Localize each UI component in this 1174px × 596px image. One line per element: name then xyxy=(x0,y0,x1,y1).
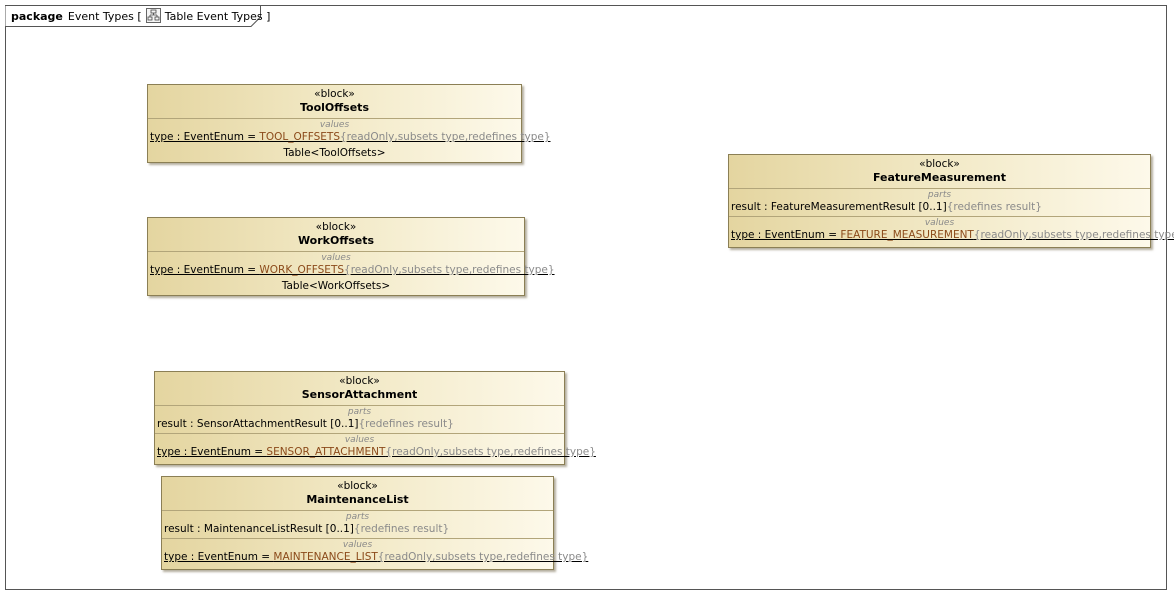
value-literal: FEATURE_MEASUREMENT xyxy=(840,229,974,241)
part-text: result : MaintenanceListResult [0..1] xyxy=(164,523,354,535)
value-literal: SENSOR_ATTACHMENT xyxy=(266,446,386,458)
value-literal: MAINTENANCE_LIST xyxy=(273,551,378,563)
block-header: «block» MaintenanceList xyxy=(162,477,553,510)
values-compartment: values type : EventEnum = MAINTENANCE_LI… xyxy=(162,538,588,566)
frame-title: package Event Types [ Table Event Types ] xyxy=(11,8,270,23)
block-stereotype: «block» xyxy=(919,158,960,170)
frame-package-name: Event Types [ xyxy=(67,10,142,23)
diagram-icon xyxy=(145,8,161,23)
block-table-label: Table<WorkOffsets> xyxy=(281,280,391,292)
block-name: SensorAttachment xyxy=(301,388,418,401)
compartment-title: parts xyxy=(927,190,952,200)
compartment-title: values xyxy=(924,218,955,228)
value-prefix: type : EventEnum = xyxy=(150,264,260,276)
block-header: «block» ToolOffsets xyxy=(148,85,521,118)
value-constraints: {readOnly,subsets type,redefines type} xyxy=(377,551,589,563)
value-constraints: {readOnly,subsets type,redefines type} xyxy=(973,229,1174,241)
parts-compartment: parts result : FeatureMeasurementResult … xyxy=(729,188,1150,216)
block-stereotype: «block» xyxy=(339,375,380,387)
part-text: result : SensorAttachmentResult [0..1] xyxy=(157,418,359,430)
block-tool-offsets[interactable]: «block» ToolOffsets values type : EventE… xyxy=(147,84,551,163)
value-property[interactable]: type : EventEnum = FEATURE_MEASUREMENT{r… xyxy=(731,228,1174,242)
value-constraints: {readOnly,subsets type,redefines type} xyxy=(340,131,551,143)
block-name: FeatureMeasurement xyxy=(872,171,1007,184)
block-stereotype: «block» xyxy=(337,480,378,492)
parts-compartment: parts result : MaintenanceListResult [0.… xyxy=(162,510,553,538)
part-property[interactable]: result : FeatureMeasurementResult [0..1]… xyxy=(731,200,1148,214)
compartment-title: parts xyxy=(345,512,370,522)
block-stereotype: «block» xyxy=(314,88,355,100)
values-compartment: values type : EventEnum = WORK_OFFSETS{r… xyxy=(148,251,555,279)
value-prefix: type : EventEnum = xyxy=(150,131,260,143)
block-header: «block» WorkOffsets xyxy=(148,218,524,251)
value-property[interactable]: type : EventEnum = MAINTENANCE_LIST{read… xyxy=(164,550,588,564)
block-sensor-attachment[interactable]: «block» SensorAttachment parts result : … xyxy=(154,371,596,465)
part-constraints: {redefines result} xyxy=(358,418,454,430)
block-feature-measurement[interactable]: «block» FeatureMeasurement parts result … xyxy=(728,154,1174,248)
values-compartment: values type : EventEnum = FEATURE_MEASUR… xyxy=(729,216,1174,244)
value-literal: WORK_OFFSETS xyxy=(259,264,345,276)
value-prefix: type : EventEnum = xyxy=(731,229,841,241)
value-property[interactable]: type : EventEnum = WORK_OFFSETS{readOnly… xyxy=(150,263,555,277)
frame-keyword: package xyxy=(11,10,63,23)
part-property[interactable]: result : MaintenanceListResult [0..1]{re… xyxy=(164,522,551,536)
compartment-title: parts xyxy=(347,407,372,417)
block-name: MaintenanceList xyxy=(306,493,409,506)
part-property[interactable]: result : SensorAttachmentResult [0..1]{r… xyxy=(157,417,562,431)
part-constraints: {redefines result} xyxy=(353,523,450,535)
block-name: ToolOffsets xyxy=(299,101,369,114)
value-prefix: type : EventEnum = xyxy=(157,446,267,458)
value-property[interactable]: type : EventEnum = SENSOR_ATTACHMENT{rea… xyxy=(157,445,596,459)
parts-compartment: parts result : SensorAttachmentResult [0… xyxy=(155,405,564,433)
part-constraints: {redefines result} xyxy=(946,201,1042,213)
compartment-title: values xyxy=(319,120,350,130)
values-compartment: values type : EventEnum = TOOL_OFFSETS{r… xyxy=(148,118,551,146)
block-work-offsets[interactable]: «block» WorkOffsets values type : EventE… xyxy=(147,217,555,296)
value-prefix: type : EventEnum = xyxy=(164,551,274,563)
block-name: WorkOffsets xyxy=(297,234,375,247)
value-property[interactable]: type : EventEnum = TOOL_OFFSETS{readOnly… xyxy=(150,130,551,144)
value-constraints: {readOnly,subsets type,redefines type} xyxy=(344,264,555,276)
block-stereotype: «block» xyxy=(315,221,357,233)
value-constraints: {readOnly,subsets type,redefines type} xyxy=(385,446,596,458)
block-header: «block» SensorAttachment xyxy=(155,372,564,405)
part-text: result : FeatureMeasurementResult [0..1] xyxy=(731,201,947,213)
block-maintenance-list[interactable]: «block» MaintenanceList parts result : M… xyxy=(161,476,588,570)
compartment-title: values xyxy=(342,540,373,550)
frame-diagram-name: Table Event Types ] xyxy=(164,10,271,23)
block-header: «block» FeatureMeasurement xyxy=(729,155,1150,188)
compartment-title: values xyxy=(321,253,351,263)
block-table-label: Table<ToolOffsets> xyxy=(283,147,386,159)
values-compartment: values type : EventEnum = SENSOR_ATTACHM… xyxy=(155,433,596,461)
compartment-title: values xyxy=(344,435,375,445)
value-literal: TOOL_OFFSETS xyxy=(259,131,340,143)
